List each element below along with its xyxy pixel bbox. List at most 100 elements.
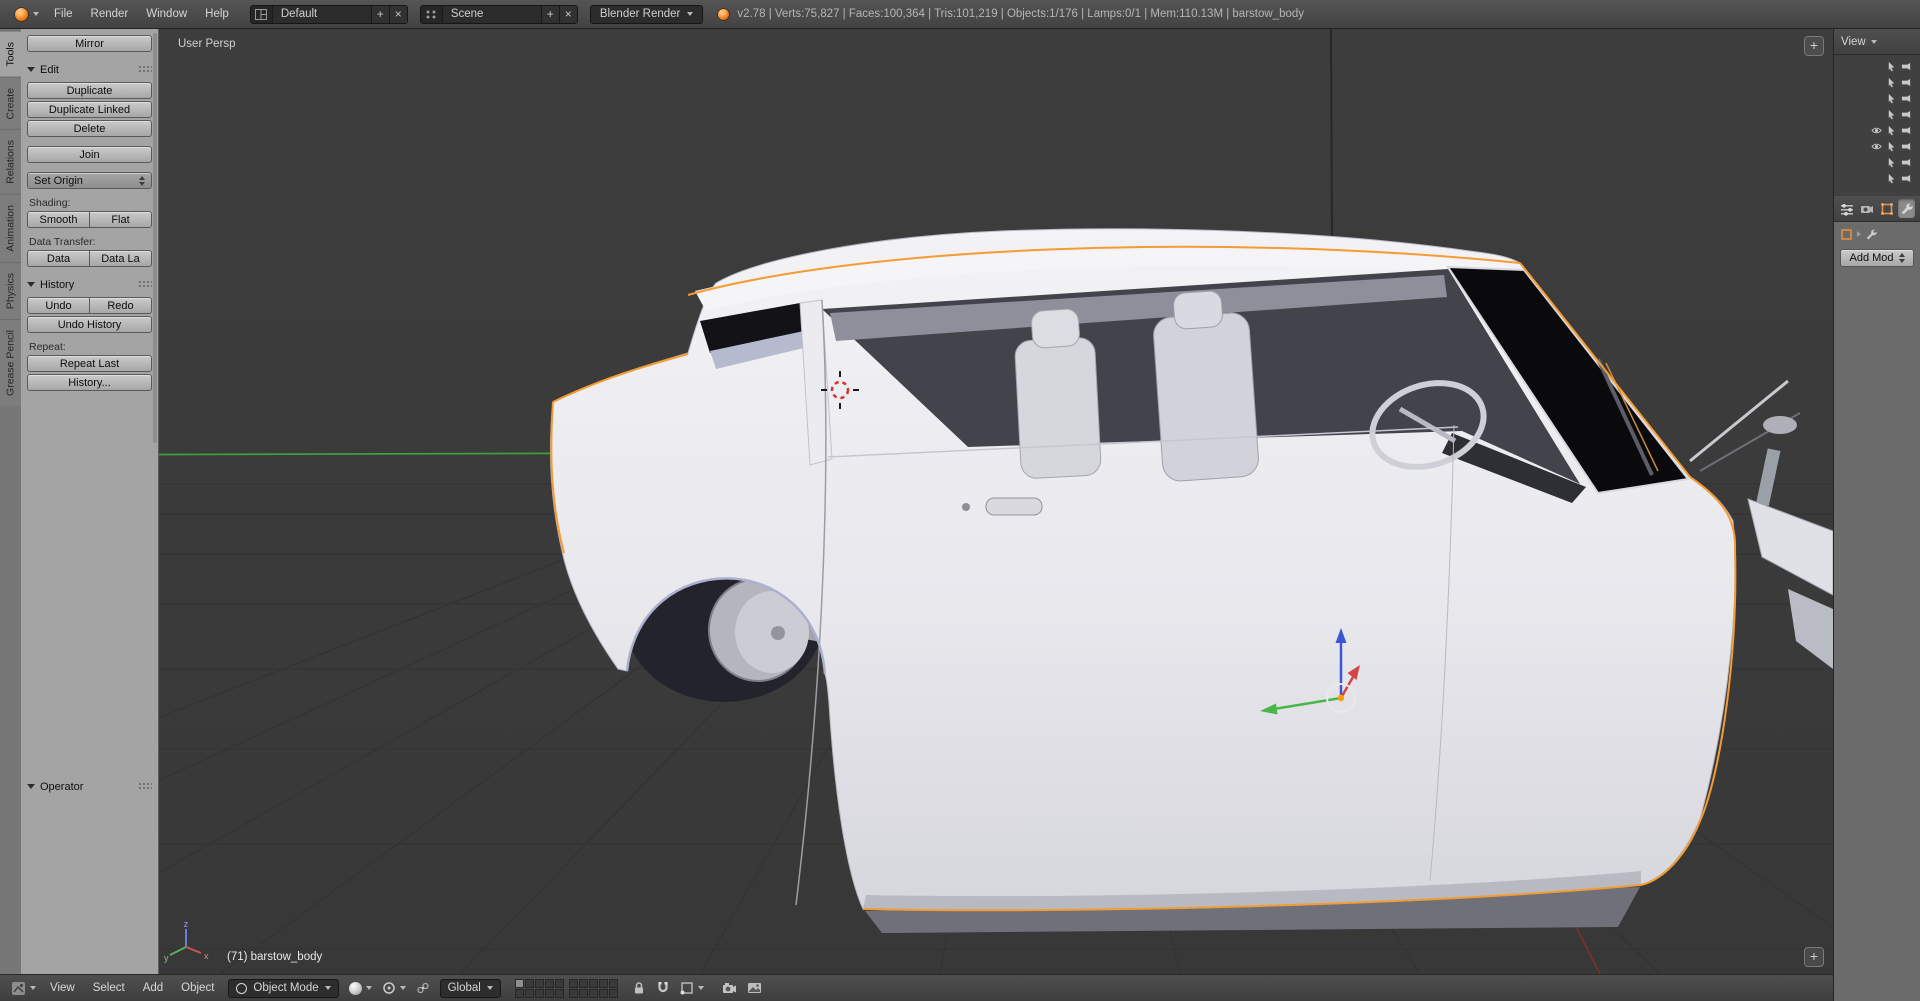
visibility-eye-icon[interactable]	[1870, 124, 1882, 136]
selectable-cursor-icon[interactable]	[1885, 108, 1897, 120]
renderable-camera-icon[interactable]	[1900, 92, 1912, 104]
expand-properties-region-button[interactable]: +	[1804, 36, 1824, 56]
viewport-shading-select[interactable]	[345, 980, 376, 997]
transform-orientation-select[interactable]: Global	[440, 979, 501, 998]
editor-type-button[interactable]	[7, 979, 40, 998]
delete-scene-button[interactable]: ×	[559, 6, 577, 23]
snap-element-select[interactable]	[676, 979, 708, 997]
pivot-center-toggle[interactable]	[412, 979, 434, 997]
renderable-camera-icon[interactable]	[1900, 172, 1912, 184]
undo-button[interactable]: Undo	[27, 297, 90, 314]
visibility-eye-icon[interactable]	[1870, 140, 1882, 152]
shade-smooth-button[interactable]: Smooth	[27, 211, 90, 228]
opengl-render-button[interactable]	[718, 979, 741, 997]
scene-icon[interactable]	[421, 6, 443, 23]
outliner-item-row[interactable]	[1834, 138, 1916, 154]
layer-cell[interactable]	[545, 989, 554, 998]
layer-cell[interactable]	[525, 989, 534, 998]
renderable-camera-icon[interactable]	[1900, 60, 1912, 72]
renderable-camera-icon[interactable]	[1900, 156, 1912, 168]
shelf-tab-relations[interactable]: Relations	[0, 129, 21, 194]
selectable-cursor-icon[interactable]	[1885, 172, 1897, 184]
shelf-tab-grease-pencil[interactable]: Grease Pencil	[0, 319, 21, 406]
mode-select[interactable]: Object Mode	[228, 979, 338, 998]
menu-render[interactable]: Render	[82, 8, 138, 20]
outliner-item-row[interactable]	[1834, 74, 1916, 90]
selectable-cursor-icon[interactable]	[1885, 76, 1897, 88]
properties-editor-type-icon[interactable]	[1839, 199, 1856, 218]
layer-cell[interactable]	[569, 989, 578, 998]
edit-panel-header[interactable]: Edit	[27, 62, 152, 77]
selectable-cursor-icon[interactable]	[1885, 92, 1897, 104]
shade-flat-button[interactable]: Flat	[90, 211, 152, 228]
redo-button[interactable]: Redo	[90, 297, 152, 314]
menu-help[interactable]: Help	[196, 8, 238, 20]
menu-window[interactable]: Window	[137, 8, 196, 20]
outliner-item-row[interactable]	[1834, 58, 1916, 74]
renderable-camera-icon[interactable]	[1900, 76, 1912, 88]
panel-grip-icon[interactable]	[138, 280, 152, 289]
add-scene-button[interactable]: +	[541, 6, 559, 23]
operator-panel-header[interactable]: Operator	[27, 779, 152, 794]
outliner-item-row[interactable]	[1834, 90, 1916, 106]
layer-cell[interactable]	[569, 979, 578, 988]
view-menu[interactable]: View	[42, 982, 83, 994]
layer-cell[interactable]	[579, 989, 588, 998]
layer-cell[interactable]	[609, 989, 618, 998]
history-panel-header[interactable]: History	[27, 277, 152, 292]
select-menu[interactable]: Select	[85, 982, 133, 994]
outliner-item-row[interactable]	[1834, 170, 1916, 186]
set-origin-dropdown[interactable]: Set Origin	[27, 172, 152, 189]
render-engine-select[interactable]: Blender Render	[590, 5, 704, 24]
selectable-cursor-icon[interactable]	[1885, 156, 1897, 168]
panel-grip-icon[interactable]	[138, 782, 152, 791]
shelf-tab-create[interactable]: Create	[0, 77, 21, 130]
layer-cell[interactable]	[555, 989, 564, 998]
delete-screen-button[interactable]: ×	[389, 6, 407, 23]
add-modifier-button[interactable]: Add Mod	[1840, 249, 1914, 267]
screen-layout-name[interactable]: Default	[273, 6, 371, 23]
screen-layout-icon[interactable]	[251, 6, 273, 23]
scene-lock-toggle[interactable]	[628, 979, 650, 997]
outliner-item-row[interactable]	[1834, 154, 1916, 170]
data-transfer-data-button[interactable]: Data	[27, 250, 90, 267]
layer-cell[interactable]	[589, 989, 598, 998]
snap-toggle[interactable]	[652, 979, 674, 997]
layer-cell[interactable]	[515, 979, 524, 988]
join-button[interactable]: Join	[27, 146, 152, 163]
layer-cell[interactable]	[535, 979, 544, 988]
layer-cell[interactable]	[515, 989, 524, 998]
mirror-button[interactable]: Mirror	[27, 35, 152, 52]
duplicate-linked-button[interactable]: Duplicate Linked	[27, 101, 152, 118]
object-menu[interactable]: Object	[173, 982, 222, 994]
expand-region-button[interactable]: +	[1804, 947, 1824, 967]
layer-cell[interactable]	[609, 979, 618, 988]
shelf-tab-tools[interactable]: Tools	[0, 31, 21, 77]
duplicate-button[interactable]: Duplicate	[27, 82, 152, 99]
layer-cell[interactable]	[599, 979, 608, 988]
outliner-item-row[interactable]	[1834, 122, 1916, 138]
layer-cell[interactable]	[579, 979, 588, 988]
pivot-point-select[interactable]	[378, 979, 410, 997]
tab-object-icon[interactable]	[1879, 199, 1896, 218]
layer-cell[interactable]	[589, 979, 598, 988]
repeat-last-button[interactable]: Repeat Last	[27, 355, 152, 372]
add-screen-button[interactable]: +	[371, 6, 389, 23]
layer-cell[interactable]	[525, 979, 534, 988]
renderable-camera-icon[interactable]	[1900, 124, 1912, 136]
history-list-button[interactable]: History...	[27, 374, 152, 391]
scene-name[interactable]: Scene	[443, 6, 541, 23]
renderable-camera-icon[interactable]	[1900, 140, 1912, 152]
selectable-cursor-icon[interactable]	[1885, 124, 1897, 136]
layer-cell[interactable]	[545, 979, 554, 988]
layer-cell[interactable]	[535, 989, 544, 998]
viewport-3d[interactable]: Tools Create Relations Animation Physics…	[0, 29, 1833, 974]
panel-grip-icon[interactable]	[138, 65, 152, 74]
shelf-tab-animation[interactable]: Animation	[0, 194, 21, 262]
layer-cell[interactable]	[555, 979, 564, 988]
outliner-view-menu[interactable]: View	[1841, 36, 1866, 48]
data-transfer-layout-button[interactable]: Data La	[90, 250, 152, 267]
undo-history-button[interactable]: Undo History	[27, 316, 152, 333]
delete-button[interactable]: Delete	[27, 120, 152, 137]
shelf-scrollbar[interactable]	[153, 33, 157, 443]
